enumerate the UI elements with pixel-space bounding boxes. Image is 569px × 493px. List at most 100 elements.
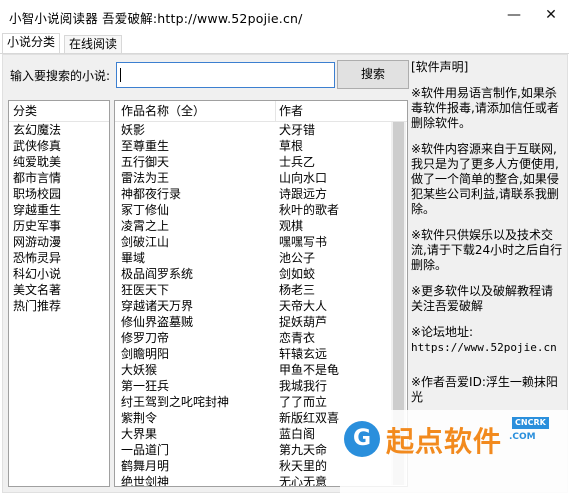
column-divider[interactable] (275, 101, 276, 121)
novel-row[interactable]: 剑瞻明阳 轩辕玄远 (115, 346, 407, 362)
novel-title: 修仙界盗墓贼 (121, 315, 194, 329)
notice-usage: ※软件只供娱乐以及技术交流,请于下载24小时之后自行删除。 (411, 228, 563, 272)
novel-row[interactable]: 雷法为王 山向水口 (115, 170, 407, 186)
category-item[interactable]: 科幻小说 (9, 266, 109, 282)
novel-title: 雷法为王 (121, 171, 170, 185)
novel-title: 妖影 (121, 123, 146, 137)
novel-title: 冢丁修仙 (121, 203, 170, 217)
novel-row[interactable]: 第一狂兵 我城我行 (115, 378, 407, 394)
novel-author: 天帝大人 (279, 299, 328, 313)
category-item[interactable]: 玄幻魔法 (9, 122, 109, 138)
novel-row[interactable]: 大妖猴 甲鱼不是龟 (115, 362, 407, 378)
novel-author: 观棋 (279, 219, 304, 233)
novel-title: 纣王驾到之叱咤封神 (121, 395, 230, 409)
notice-author: ※作者吾爱ID:浮生一赖抹阳光 (411, 375, 558, 404)
novel-row[interactable]: 冢丁修仙 秋叶的歌者 (115, 202, 407, 218)
search-label: 输入要搜索的小说: (10, 69, 111, 83)
novel-row[interactable]: 妖影 犬牙错 (115, 122, 407, 138)
notice-heading: [软件声明] (411, 60, 469, 74)
novel-title: 紫荆令 (121, 411, 158, 425)
novel-row[interactable]: 凌霄之上 观棋 (115, 218, 407, 234)
column-header-author[interactable]: 作者 (279, 101, 303, 121)
window-title: 小智小说阅读器 吾爱破解:http://www.52pojie.cn/ (9, 11, 303, 26)
novel-row[interactable]: 极品阎罗系统 剑如蛟 (115, 266, 407, 282)
novel-title: 五行御天 (121, 155, 170, 169)
site-watermark: G 起点软件 CNCRK .COM (340, 410, 569, 493)
category-item[interactable]: 美文名著 (9, 282, 109, 298)
watermark-text: 起点软件 (386, 425, 503, 458)
novel-author: 新版红双喜 (279, 411, 340, 425)
notice-forum-label: ※论坛地址: (411, 325, 474, 339)
category-item[interactable]: 都市言情 (9, 170, 109, 186)
novel-title: 至尊重生 (121, 139, 170, 153)
novel-author: 剑如蛟 (279, 267, 316, 281)
novel-row[interactable]: 至尊重生 草根 (115, 138, 407, 154)
novel-title: 畢域 (121, 251, 146, 265)
novel-row[interactable]: 狂医天下 杨老三 (115, 282, 407, 298)
novel-author: 士兵乙 (279, 155, 316, 169)
category-header[interactable]: 分类 (9, 101, 109, 122)
watermark-badge: CNCRK (512, 417, 549, 429)
novel-author: 我城我行 (279, 379, 328, 393)
search-input[interactable] (116, 62, 335, 88)
notice-antivirus: ※软件用易语言制作,如果杀毒软件报毒,请添加信任或者删除软件。 (411, 86, 559, 130)
category-item[interactable]: 职场校园 (9, 186, 109, 202)
category-item[interactable]: 穿越重生 (9, 202, 109, 218)
novel-title: 狂医天下 (121, 283, 170, 297)
novel-row[interactable]: 五行御天 士兵乙 (115, 154, 407, 170)
novel-author: 草根 (279, 139, 304, 153)
column-header-title[interactable]: 作品名称（全） (121, 101, 205, 121)
tab-novel-category[interactable]: 小说分类 (2, 33, 61, 53)
category-item[interactable]: 恐怖灵异 (9, 250, 109, 266)
novel-author: 甲鱼不是龟 (279, 363, 340, 377)
category-item[interactable]: 武侠修真 (9, 138, 109, 154)
search-button[interactable]: 搜索 (337, 60, 409, 89)
novel-author: 诗跟远方 (279, 187, 328, 201)
novel-row[interactable]: 穿越诸天万界 天帝大人 (115, 298, 407, 314)
novel-row[interactable]: 畢域 池公子 (115, 250, 407, 266)
novel-author: 无心无意 (279, 475, 328, 487)
novel-author: 杨老三 (279, 283, 316, 297)
title-bar: 小智小说阅读器 吾爱破解:http://www.52pojie.cn/ — ✕ (0, 0, 569, 32)
novel-title: 第一狂兵 (121, 379, 170, 393)
novel-row[interactable]: 纣王驾到之叱咤封神 了了而立 (115, 394, 407, 410)
novel-author: 捉妖葫芦 (279, 315, 328, 329)
close-button[interactable]: ✕ (536, 0, 566, 30)
novel-author: 轩辕玄远 (279, 347, 328, 361)
watermark-logo-icon: G (344, 421, 380, 457)
novel-title: 剑破江山 (121, 235, 170, 249)
novel-title: 极品阎罗系统 (121, 267, 194, 281)
novel-author: 嘿嘿写书 (279, 235, 328, 249)
novel-title: 大界果 (121, 427, 158, 441)
tab-online-reading[interactable]: 在线阅读 (64, 35, 123, 53)
notice-source: ※软件内容源来自于互联网,我只是为了更多人方便使用,做了一个简单的整合,如果侵犯… (411, 142, 559, 216)
novel-row[interactable]: 修罗刀帝 恋青衣 (115, 330, 407, 346)
category-item[interactable]: 历史军事 (9, 218, 109, 234)
novel-title: 绝世剑神 (121, 475, 170, 487)
novel-author: 蓝白阁 (279, 427, 316, 441)
novel-author: 秋叶的歌者 (279, 203, 340, 217)
novel-author: 池公子 (279, 251, 316, 265)
novel-row[interactable]: 神都夜行录 诗跟远方 (115, 186, 407, 202)
text-caret (120, 68, 121, 82)
novel-title: 剑瞻明阳 (121, 347, 170, 361)
novel-title: 大妖猴 (121, 363, 158, 377)
novel-author: 秋天里的 (279, 459, 328, 473)
category-item[interactable]: 网游动漫 (9, 234, 109, 250)
novel-title: 凌霄之上 (121, 219, 170, 233)
watermark-sub: .COM (509, 432, 536, 442)
novel-author: 恋青衣 (279, 331, 316, 345)
novel-title: 穿越诸天万界 (121, 299, 194, 313)
minimize-button[interactable]: — (499, 0, 529, 30)
notice-forum-url: https://www.52pojie.cn (411, 341, 557, 354)
novel-author: 山向水口 (279, 171, 328, 185)
novel-author: 犬牙错 (279, 123, 316, 137)
novel-row[interactable]: 修仙界盗墓贼 捉妖葫芦 (115, 314, 407, 330)
novel-author: 了了而立 (279, 395, 328, 409)
novel-title: 一品道门 (121, 443, 170, 457)
category-item[interactable]: 热门推荐 (9, 298, 109, 314)
category-list[interactable]: 分类 玄幻魔法 武侠修真 纯爱耽美 都市言情 职场校园 穿越重生 历史军事 网游动漫 恐怖灵异科… (8, 100, 110, 487)
category-item[interactable]: 纯爱耽美 (9, 154, 109, 170)
novel-title: 修罗刀帝 (121, 331, 170, 345)
novel-row[interactable]: 剑破江山 嘿嘿写书 (115, 234, 407, 250)
